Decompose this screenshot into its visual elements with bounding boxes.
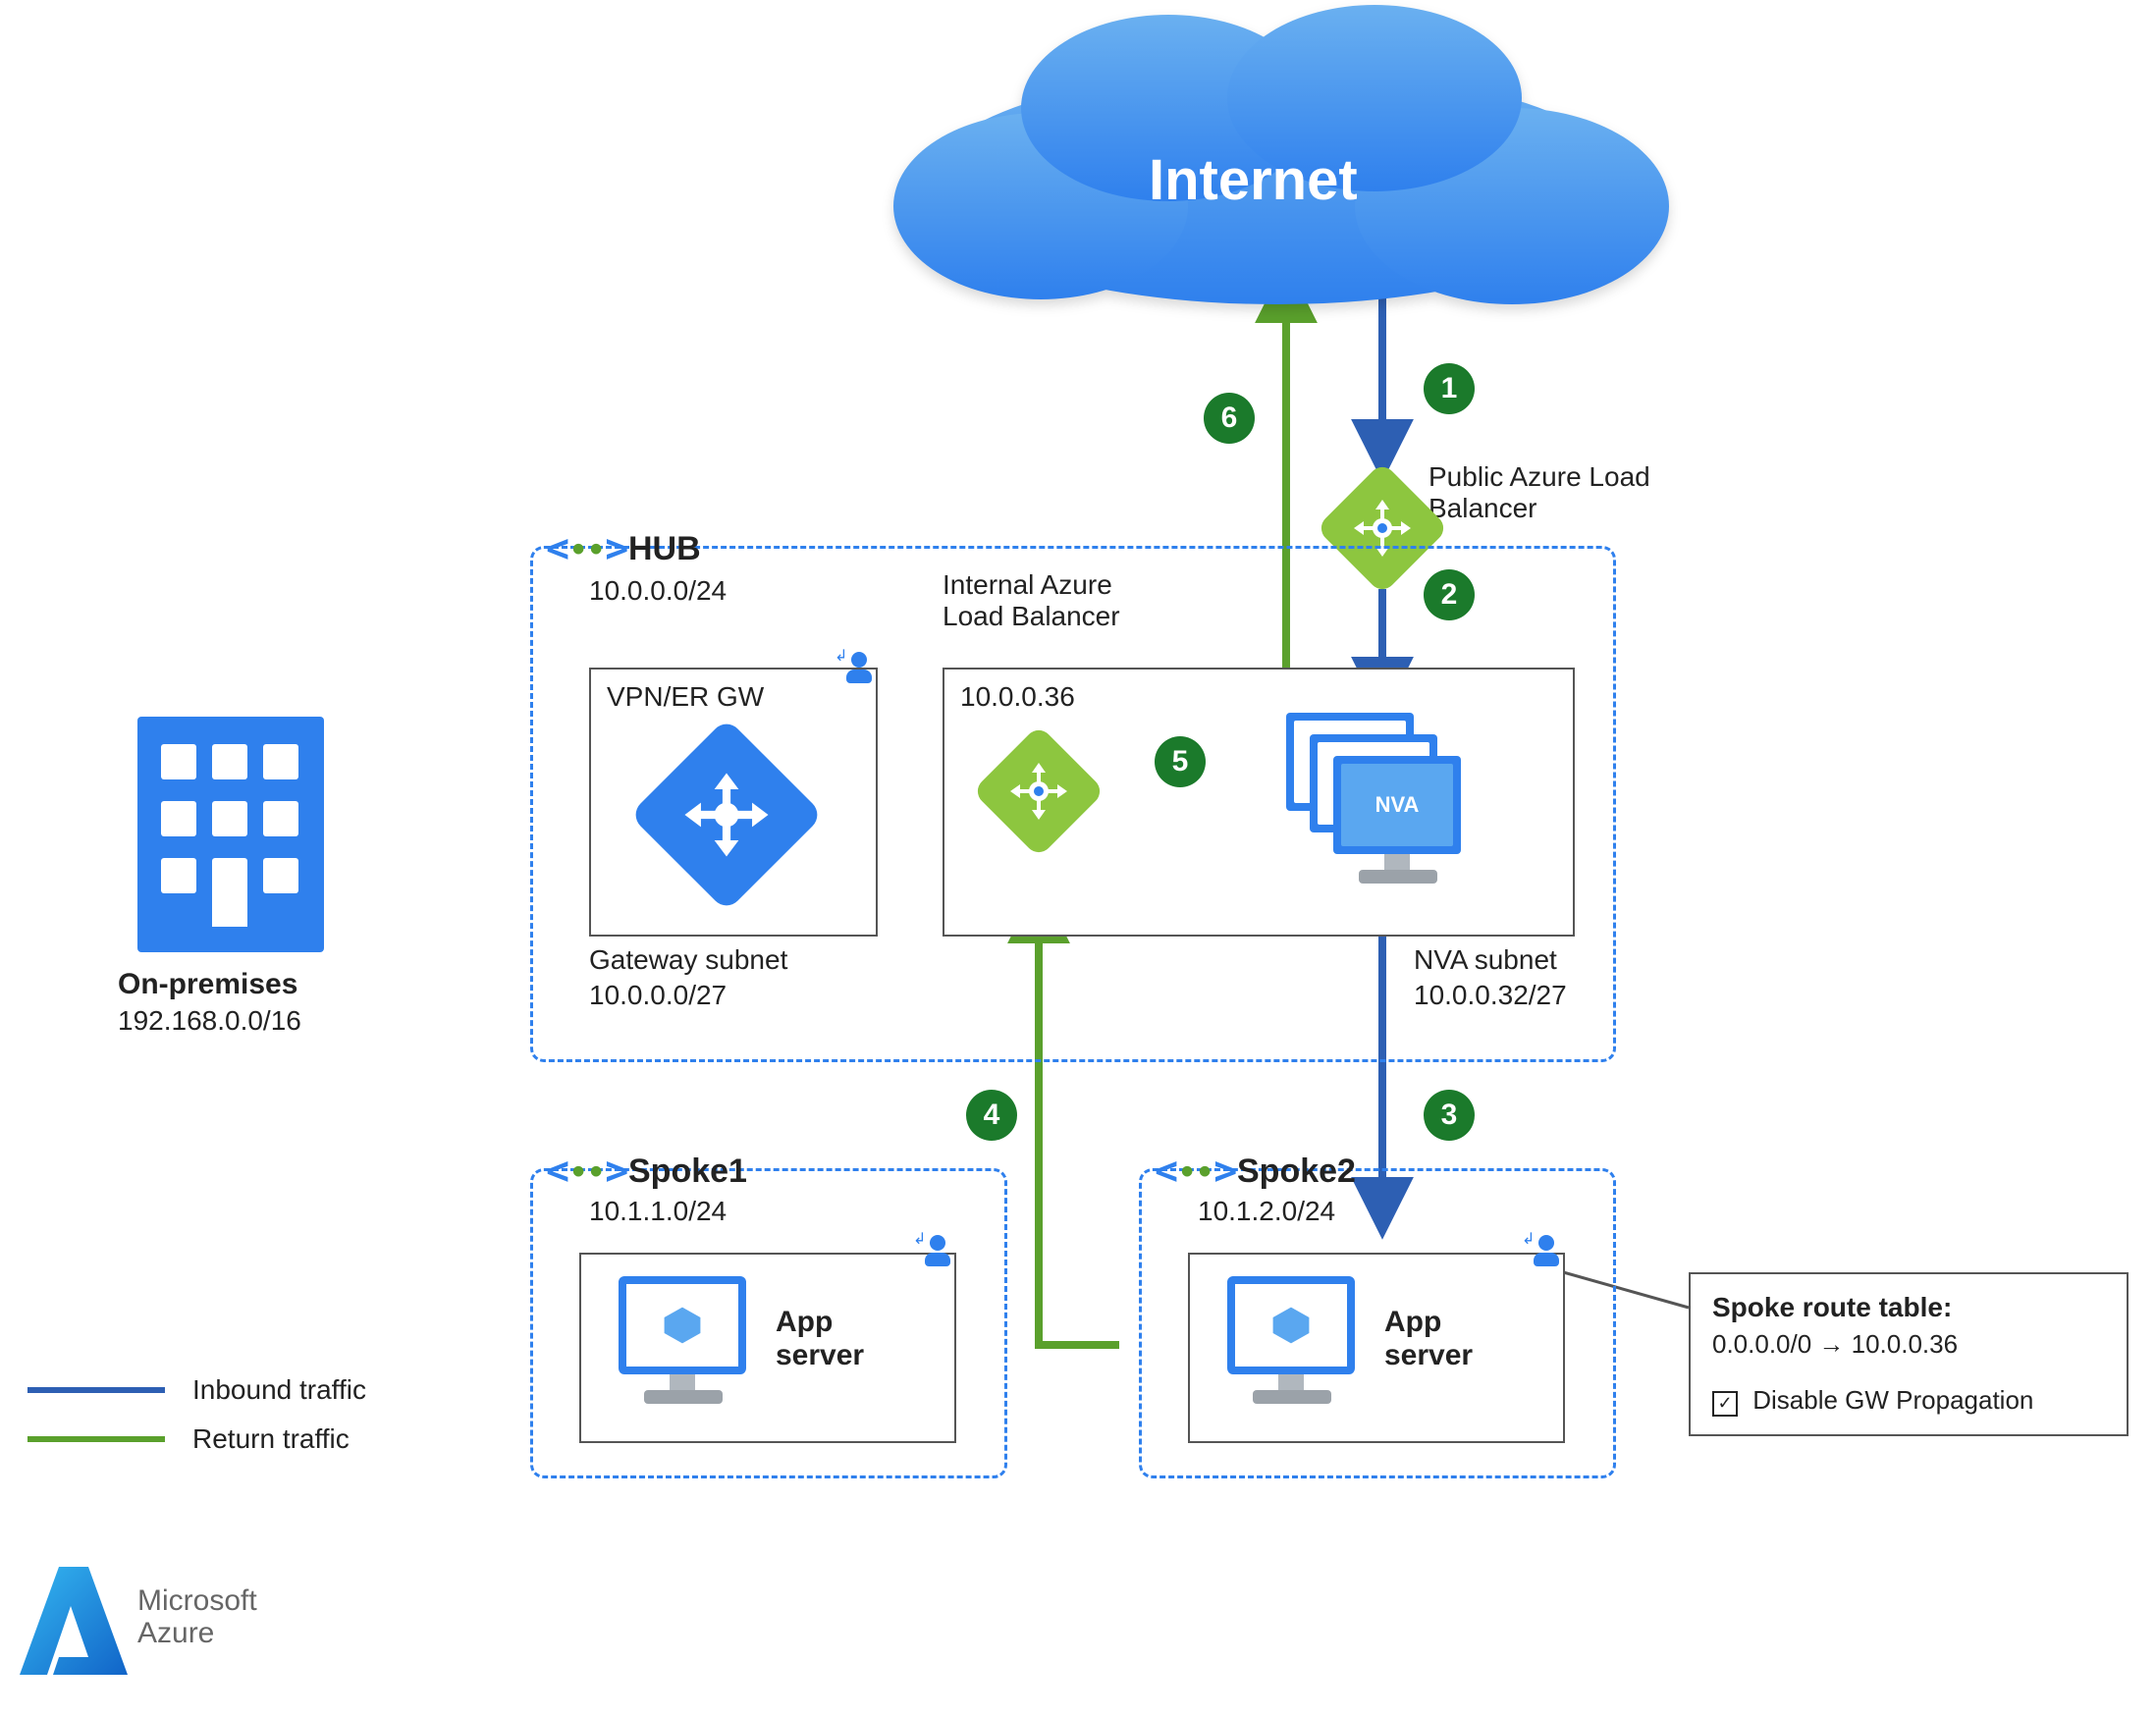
gateway-subnet-label: Gateway subnet	[589, 944, 787, 976]
checkbox-icon: ✓	[1712, 1391, 1738, 1417]
spoke1-cidr: 10.1.1.0/24	[589, 1196, 727, 1227]
internal-lb-label-line1: Internal Azure	[943, 569, 1120, 601]
internet-label: Internet	[1149, 147, 1358, 213]
spoke2-app-label-line2: server	[1384, 1339, 1473, 1372]
route-table-icon: ↲	[1530, 1235, 1563, 1268]
step-5: 5	[1155, 736, 1206, 787]
onprem-cidr: 192.168.0.0/16	[118, 1005, 301, 1037]
legend-return-label: Return traffic	[192, 1423, 350, 1455]
legend-line-green	[27, 1436, 165, 1442]
legend-line-blue	[27, 1387, 165, 1393]
legend-return: Return traffic	[27, 1423, 350, 1455]
on-premises-icon	[137, 717, 324, 952]
spoke2-vnet-glyph: <••>	[1155, 1149, 1237, 1194]
route-table-icon: ↲	[842, 652, 876, 685]
step-6: 6	[1204, 393, 1255, 444]
route-table-icon: ↲	[921, 1235, 954, 1268]
azure-logo-text: Microsoft Azure	[137, 1584, 257, 1649]
hub-cidr: 10.0.0.0/24	[589, 575, 727, 607]
legend-inbound: Inbound traffic	[27, 1374, 366, 1406]
spoke1-app-label: App server	[776, 1306, 864, 1372]
spoke2-app-label-line1: App	[1384, 1306, 1473, 1339]
internal-lb-ip: 10.0.0.36	[960, 681, 1075, 713]
step-1: 1	[1424, 363, 1475, 414]
spoke1-app-label-line2: server	[776, 1339, 864, 1372]
nva-subnet-label: NVA subnet	[1414, 944, 1557, 976]
legend-inbound-label: Inbound traffic	[192, 1374, 366, 1406]
public-lb-label: Public Azure Load Balancer	[1428, 461, 1650, 524]
diagram-canvas: Internet Public Azure Load Balancer <••>…	[0, 0, 2156, 1716]
vpn-gateway-icon	[658, 746, 795, 884]
gateway-title: VPN/ER GW	[607, 681, 764, 713]
spoke1-title: Spoke1	[628, 1153, 747, 1191]
spoke2-cidr: 10.1.2.0/24	[1198, 1196, 1335, 1227]
step-3: 3	[1424, 1090, 1475, 1141]
hub-vnet-glyph: <••>	[546, 526, 628, 571]
public-lb-label-line2: Balancer	[1428, 493, 1650, 524]
route-table-rule: 0.0.0.0/0 → 10.0.0.36	[1712, 1329, 2105, 1360]
public-lb-label-line1: Public Azure Load	[1428, 461, 1650, 493]
step-4: 4	[966, 1090, 1017, 1141]
spoke1-vnet-glyph: <••>	[546, 1149, 628, 1194]
route-table-checkbox-label: Disable GW Propagation	[1752, 1385, 2033, 1415]
app-server-icon	[1217, 1276, 1365, 1423]
spoke2-app-label: App server	[1384, 1306, 1473, 1372]
nva-label: NVA	[1341, 764, 1453, 846]
app-server-icon	[609, 1276, 756, 1423]
hub-title: HUB	[628, 530, 701, 568]
footer-line1: Microsoft	[137, 1584, 257, 1617]
gateway-subnet-cidr: 10.0.0.0/27	[589, 980, 727, 1011]
nva-icon: NVA	[1286, 713, 1482, 889]
spoke1-app-label-line1: App	[776, 1306, 864, 1339]
internal-load-balancer-icon	[972, 724, 1105, 858]
footer-line2: Azure	[137, 1617, 257, 1649]
nva-subnet-cidr: 10.0.0.32/27	[1414, 980, 1567, 1011]
route-table-title: Spoke route table:	[1712, 1292, 2105, 1323]
step-2: 2	[1424, 569, 1475, 620]
onprem-title: On-premises	[118, 968, 297, 1001]
internal-lb-label: Internal Azure Load Balancer	[943, 569, 1120, 632]
route-table-callout: Spoke route table: 0.0.0.0/0 → 10.0.0.36…	[1689, 1272, 2129, 1436]
spoke2-title: Spoke2	[1237, 1153, 1356, 1191]
internal-lb-label-line2: Load Balancer	[943, 601, 1120, 632]
